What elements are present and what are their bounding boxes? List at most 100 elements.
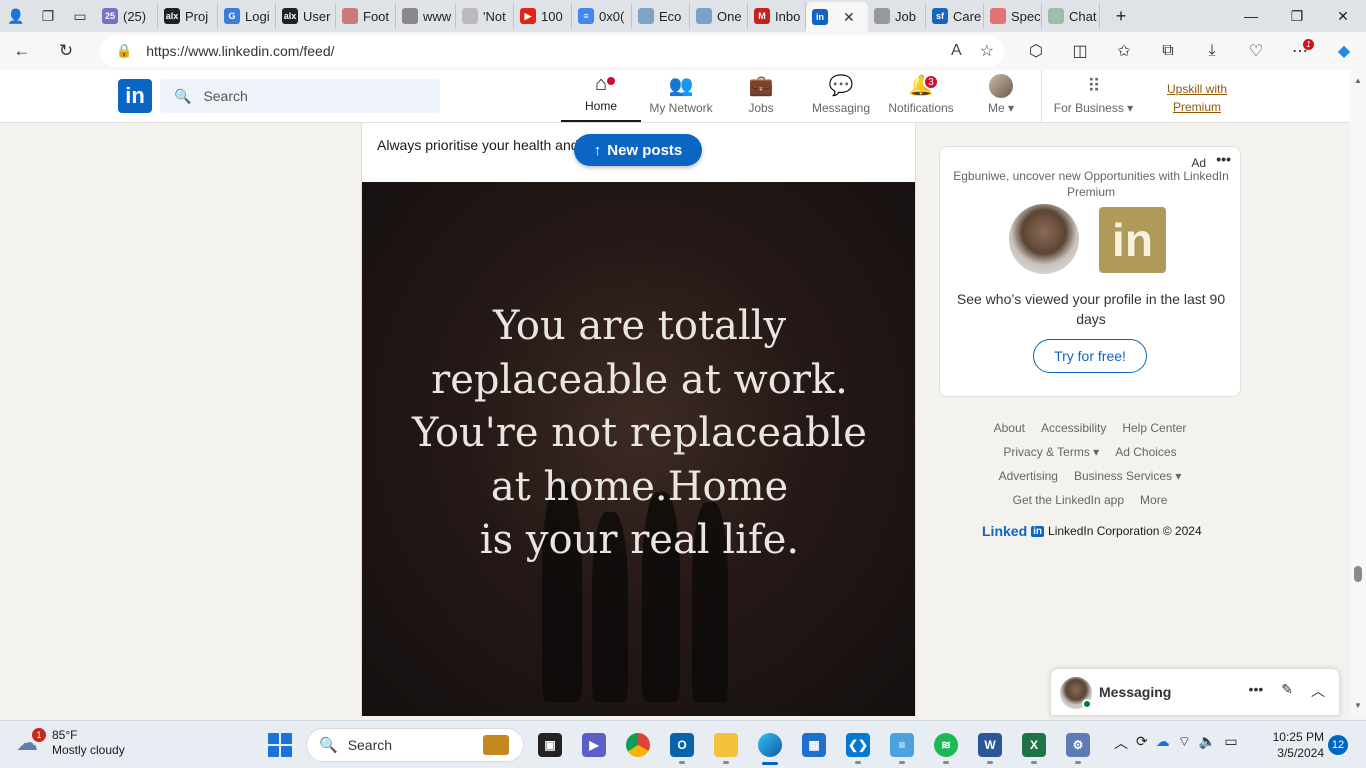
scroll-up-icon[interactable]: ▲	[1354, 76, 1362, 85]
page-scrollbar[interactable]: ▲ ▼	[1350, 70, 1366, 716]
store-icon[interactable]: ▦	[792, 725, 836, 765]
profile-icon[interactable]: 👤	[0, 0, 32, 32]
nav-notifications[interactable]: 🔔 3 Notifications	[881, 70, 961, 122]
volume-icon[interactable]: 🔈	[1199, 733, 1216, 753]
nav-my-network[interactable]: 👥 My Network	[641, 70, 721, 122]
browser-tab[interactable]: sf Care	[926, 3, 984, 29]
browser-tab[interactable]: Spec	[984, 3, 1042, 29]
windows-start-icon[interactable]	[268, 733, 292, 757]
task-view-icon[interactable]: ▣	[528, 725, 572, 765]
browser-tab[interactable]: 'Not	[456, 3, 514, 29]
browser-tab[interactable]: M Inbo	[748, 3, 806, 29]
tab-label: Care	[953, 8, 982, 24]
battery-icon[interactable]: ▭	[1224, 733, 1237, 753]
notification-count-badge[interactable]: 12	[1328, 735, 1348, 755]
excel-icon[interactable]: X	[1012, 725, 1056, 765]
browser-tab[interactable]: alx User	[276, 3, 336, 29]
chevron-up-icon[interactable]: ︿	[1311, 681, 1325, 701]
minimize-icon[interactable]: —	[1228, 0, 1274, 32]
footer-link[interactable]: About	[994, 421, 1025, 435]
edge-icon[interactable]	[748, 725, 792, 765]
post-image[interactable]: You are totally replaceable at work. You'r…	[362, 182, 915, 716]
quote-line: is your real life.	[479, 517, 800, 563]
taskbar-search[interactable]: 🔍 Search	[306, 728, 524, 762]
settings-app-icon[interactable]: ⚙	[1056, 725, 1100, 765]
file-explorer-icon[interactable]	[704, 725, 748, 765]
back-icon[interactable]: ←	[0, 32, 44, 70]
extensions-icon[interactable]: ⬡	[1014, 32, 1058, 70]
settings-more-icon[interactable]: ⋯ 1	[1278, 32, 1322, 70]
workspaces-icon[interactable]: ❐	[32, 0, 64, 32]
upskill-premium-link[interactable]: Upskill with Premium	[1158, 80, 1236, 116]
collections-icon[interactable]: ⧉	[1146, 32, 1190, 70]
weather-widget[interactable]: ☁ 1 85°F Mostly cloudy	[16, 728, 125, 758]
new-posts-button[interactable]: ↑ New posts	[574, 134, 702, 166]
tab-label: Foot	[363, 8, 390, 24]
copilot-icon[interactable]: ◆	[1322, 32, 1366, 70]
url-text[interactable]: https://www.linkedin.com/feed/	[146, 43, 334, 59]
browser-tab[interactable]: ▶ 100	[514, 3, 572, 29]
refresh-icon[interactable]: ↻	[44, 32, 88, 70]
footer-link[interactable]: Advertising	[999, 469, 1058, 483]
search-input[interactable]: 🔍 Search	[160, 79, 440, 113]
onedrive-icon[interactable]: ☁	[1156, 733, 1170, 753]
browser-tab[interactable]: One	[690, 3, 748, 29]
chrome-icon[interactable]	[616, 725, 660, 765]
messaging-overlay[interactable]: Messaging ••• ✎ ︿	[1050, 668, 1340, 716]
read-aloud-icon[interactable]: A	[951, 42, 962, 60]
nav-me[interactable]: Me ▾	[961, 70, 1041, 122]
split-screen-icon[interactable]: ◫	[1058, 32, 1102, 70]
footer-link[interactable]: Ad Choices	[1115, 445, 1176, 459]
sync-icon[interactable]: ⟳	[1136, 733, 1148, 753]
browser-tab[interactable]: alx Proj	[158, 3, 218, 29]
close-window-icon[interactable]: ✕	[1320, 0, 1366, 32]
chevron-up-icon[interactable]: ︿	[1114, 733, 1128, 753]
favorite-star-icon[interactable]: ☆	[980, 41, 994, 61]
notepad-icon[interactable]: ≡	[880, 725, 924, 765]
footer-link[interactable]: Business Services ▾	[1074, 469, 1181, 483]
tab-label: 'Not	[483, 8, 506, 24]
meet-icon[interactable]: ▶	[572, 725, 616, 765]
word-icon[interactable]: W	[968, 725, 1012, 765]
nav-messaging[interactable]: 💬 Messaging	[801, 70, 881, 122]
more-options-icon[interactable]: •••	[1216, 151, 1231, 167]
scrollbar-thumb[interactable]	[1354, 566, 1362, 582]
browser-tab[interactable]: G Logi	[218, 3, 276, 29]
tab-linkedin-active[interactable]: in ✕	[806, 2, 868, 32]
footer-link[interactable]: Help Center	[1122, 421, 1186, 435]
vscode-icon[interactable]: ❮❯	[836, 725, 880, 765]
favorites-icon[interactable]: ✩	[1102, 32, 1146, 70]
lock-icon[interactable]: 🔒	[116, 43, 132, 59]
linkedin-logo-icon[interactable]: in	[118, 79, 152, 113]
browser-tab[interactable]: 25 (25)	[96, 3, 158, 29]
clock[interactable]: 10:25 PM 3/5/2024	[1268, 729, 1324, 761]
footer-link[interactable]: Privacy & Terms ▾	[1003, 445, 1099, 459]
compose-icon[interactable]: ✎	[1281, 681, 1293, 701]
browser-tab[interactable]: Chat	[1042, 3, 1100, 29]
more-options-icon[interactable]: •••	[1249, 681, 1264, 701]
browser-tab[interactable]: ≡ 0x0(	[572, 3, 632, 29]
try-for-free-button[interactable]: Try for free!	[1033, 339, 1147, 373]
restore-icon[interactable]: ❐	[1274, 0, 1320, 32]
wifi-icon[interactable]: ⌔	[1178, 733, 1191, 753]
nav-jobs[interactable]: 💼 Jobs	[721, 70, 801, 122]
downloads-icon[interactable]: ⤓	[1190, 32, 1234, 70]
footer-link[interactable]: More	[1140, 493, 1167, 507]
address-bar[interactable]: 🔒 https://www.linkedin.com/feed/ A ☆	[100, 35, 1004, 67]
footer-link[interactable]: Accessibility	[1041, 421, 1106, 435]
tab-actions-icon[interactable]: ▭	[64, 0, 96, 32]
close-tab-icon[interactable]: ✕	[843, 9, 855, 26]
outlook-icon[interactable]: O	[660, 725, 704, 765]
new-tab-button[interactable]: +	[1100, 3, 1140, 29]
spotify-icon[interactable]: ≋	[924, 725, 968, 765]
scroll-down-icon[interactable]: ▼	[1354, 701, 1362, 710]
browser-tab[interactable]: Job	[868, 3, 926, 29]
browser-tab[interactable]: www	[396, 3, 456, 29]
search-icon: 🔍	[319, 737, 338, 754]
footer-link[interactable]: Get the LinkedIn app	[1013, 493, 1124, 507]
browser-tab[interactable]: Eco	[632, 3, 690, 29]
nav-home[interactable]: ⌂ Home	[561, 70, 641, 122]
performance-icon[interactable]: ♡	[1234, 32, 1278, 70]
browser-tab[interactable]: Foot	[336, 3, 396, 29]
for-business-menu[interactable]: ⠿ For Business ▾	[1041, 70, 1145, 122]
